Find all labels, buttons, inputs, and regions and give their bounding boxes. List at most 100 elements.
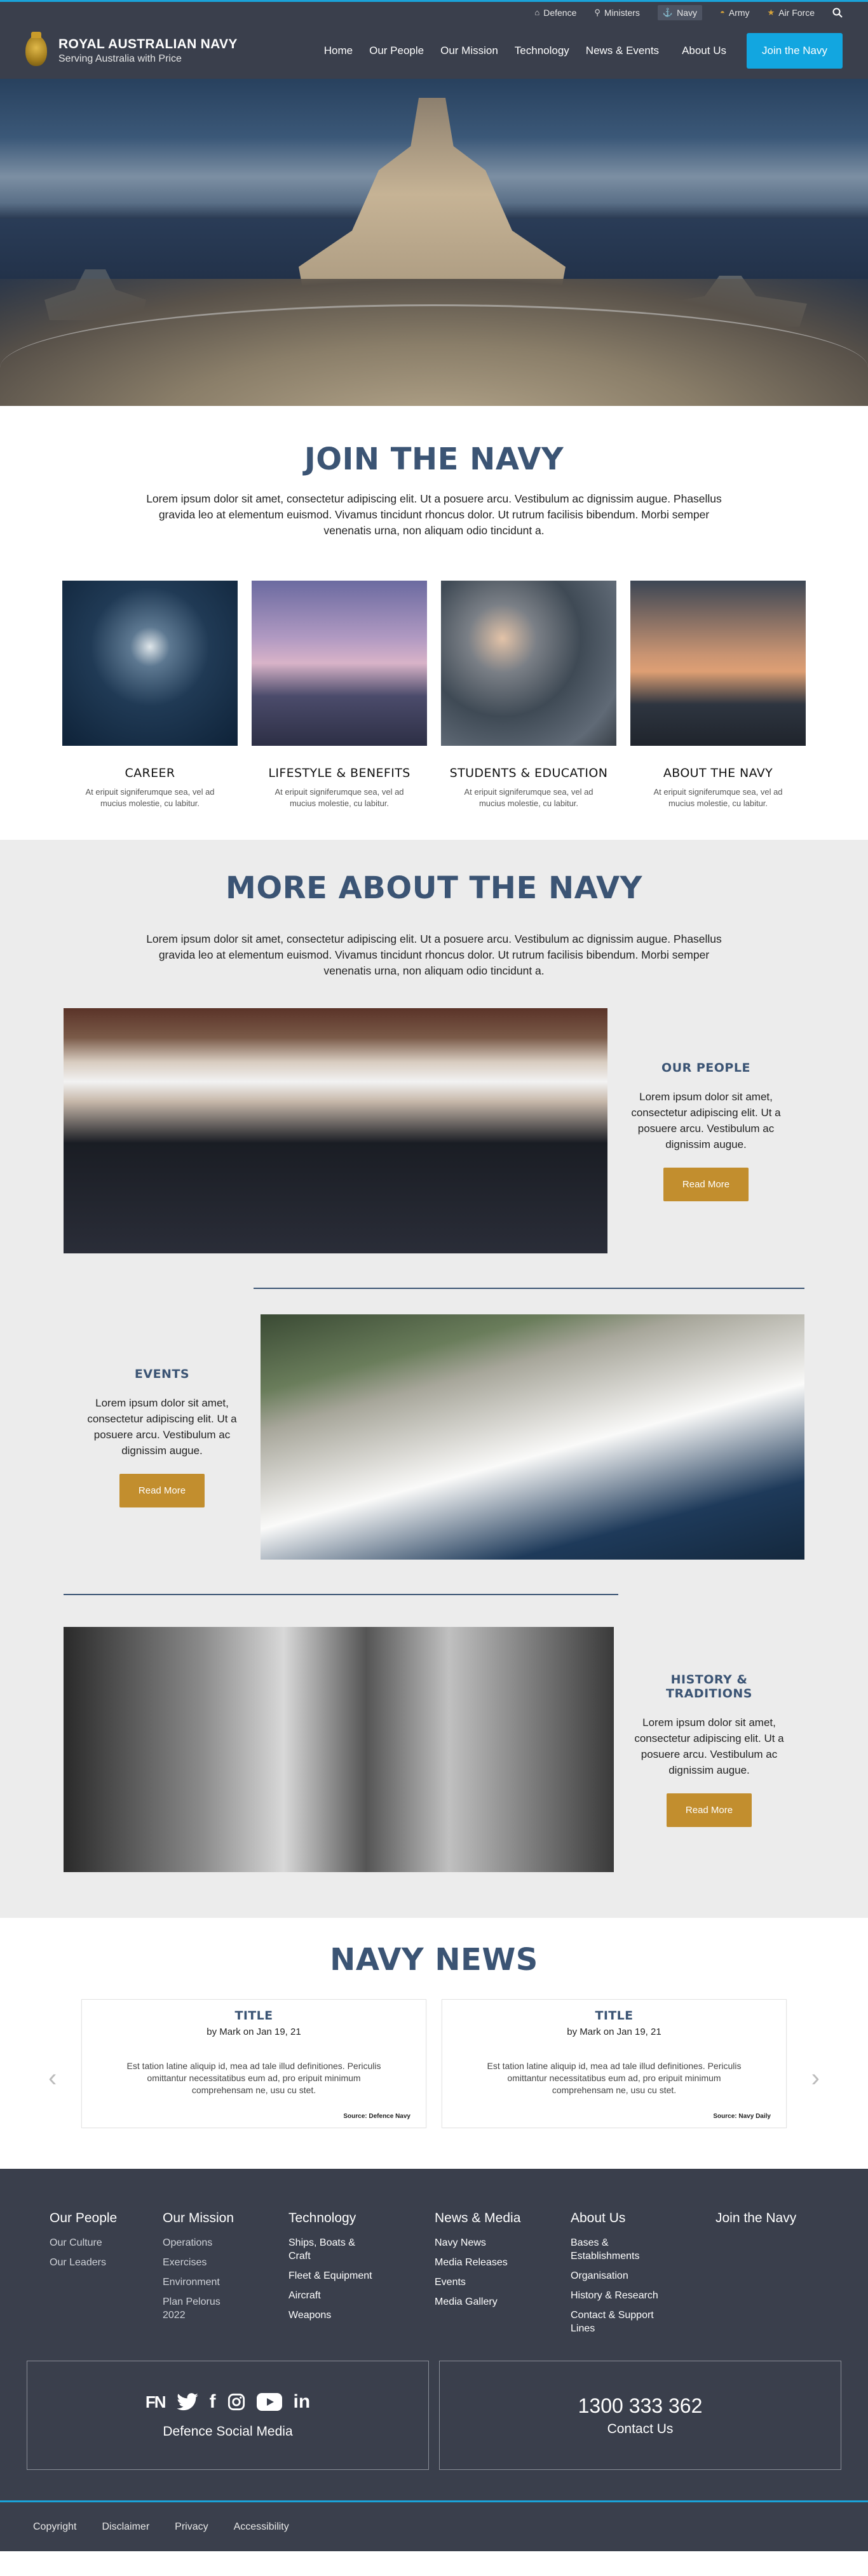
privacy-link[interactable]: Privacy [175, 2521, 208, 2533]
news-card[interactable]: TITLE by Mark on Jan 19, 21 Est tation l… [81, 1999, 426, 2128]
utility-link-navy[interactable]: ⚓ Navy [657, 4, 703, 20]
footer-link[interactable]: Organisation [571, 2269, 715, 2283]
card-lifestyle-benefits[interactable]: LIFESTYLE & BENEFITS At eripuit signifer… [252, 581, 427, 809]
phone-number[interactable]: 1300 333 362 [578, 2394, 703, 2418]
footer-link[interactable]: Bases & Establishments [571, 2236, 660, 2263]
card-about-the-navy[interactable]: ABOUT THE NAVY At eripuit signiferumque … [630, 581, 806, 809]
disclaimer-link[interactable]: Disclaimer [102, 2521, 149, 2533]
footer-link[interactable]: History & Research [571, 2289, 715, 2302]
feature-text: OUR PEOPLE Lorem ipsum dolor sit amet, c… [607, 1061, 804, 1201]
footer-link[interactable]: Aircraft [288, 2289, 435, 2302]
news-card-title[interactable]: TITLE [97, 2009, 410, 2023]
news-card-byline: by Mark on Jan 19, 21 [567, 2026, 661, 2037]
news-card-body: Est tation latine aliquip id, mea ad tal… [487, 2061, 742, 2095]
search-icon[interactable] [832, 8, 843, 18]
footer-link[interactable]: Environment [163, 2276, 288, 2289]
utility-link-ministers[interactable]: ⚲ Ministers [594, 8, 640, 18]
defence-icon[interactable]: FN [146, 2392, 166, 2412]
feature-events: EVENTS Lorem ipsum dolor sit amet, conse… [64, 1314, 804, 1560]
bottom-bar: Copyright Disclaimer Privacy Accessibili… [0, 2500, 868, 2551]
footer-link[interactable]: Weapons [288, 2309, 435, 2322]
news-card-byline: by Mark on Jan 19, 21 [207, 2026, 301, 2037]
footer-link[interactable]: Media Gallery [435, 2295, 571, 2309]
social-media-label[interactable]: Defence Social Media [163, 2424, 292, 2439]
primary-nav: Home Our People Our Mission Technology N… [324, 44, 726, 57]
footer-link[interactable]: Exercises [163, 2256, 288, 2269]
footer-heading[interactable]: Technology [288, 2211, 435, 2226]
instagram-icon[interactable] [227, 2393, 245, 2411]
history-image [64, 1627, 614, 1872]
divider [64, 1594, 618, 1595]
feature-history-traditions: HISTORY & TRADITIONS Lorem ipsum dolor s… [64, 1627, 804, 1872]
chevron-right-icon[interactable]: › [811, 2065, 820, 2091]
footer-heading[interactable]: News & Media [435, 2211, 571, 2226]
card-text: At eripuit signiferumque sea, vel ad muc… [464, 787, 593, 808]
news-card[interactable]: TITLE by Mark on Jan 19, 21 Est tation l… [442, 1999, 787, 2128]
footer-link[interactable]: Our Leaders [50, 2256, 163, 2269]
join-cards: CAREER At eripuit signiferumque sea, vel… [0, 581, 868, 840]
students-image[interactable] [441, 581, 616, 746]
footer-col-our-mission: Our Mission Operations Exercises Environ… [163, 2211, 288, 2342]
copyright-link[interactable]: Copyright [33, 2521, 76, 2533]
card-title[interactable]: LIFESTYLE & BENEFITS [252, 766, 427, 780]
footer-link[interactable]: Our Culture [50, 2236, 163, 2249]
footer-link[interactable]: Contact & Support Lines [571, 2309, 666, 2335]
footer-columns: Our People Our Culture Our Leaders Our M… [27, 2211, 841, 2342]
footer-heading[interactable]: Join the Navy [715, 2211, 796, 2226]
footer-heading[interactable]: Our Mission [163, 2211, 288, 2226]
contact-us-link[interactable]: Contact Us [607, 2422, 674, 2437]
nav-news-events[interactable]: News & Events [586, 44, 659, 57]
nav-about-us[interactable]: About Us [682, 44, 726, 57]
footer-link[interactable]: Plan Pelorus 2022 [163, 2295, 233, 2322]
read-more-button[interactable]: Read More [663, 1167, 749, 1201]
card-title[interactable]: CAREER [62, 766, 238, 780]
read-more-button[interactable]: Read More [666, 1793, 752, 1827]
about-image[interactable] [630, 581, 806, 746]
home-icon: ⌂ [534, 8, 540, 17]
nav-home[interactable]: Home [324, 44, 353, 57]
card-students-education[interactable]: STUDENTS & EDUCATION At eripuit signifer… [441, 581, 616, 809]
footer-heading[interactable]: About Us [571, 2211, 715, 2226]
footer-link[interactable]: Operations [163, 2236, 288, 2249]
card-text: At eripuit signiferumque sea, vel ad muc… [85, 787, 215, 808]
utility-link-defence[interactable]: ⌂ Defence [534, 8, 576, 18]
footer-link[interactable]: Media Releases [435, 2256, 571, 2269]
twitter-icon[interactable] [176, 2393, 198, 2411]
brand[interactable]: ROYAL AUSTRALIAN NAVY Serving Australia … [25, 32, 238, 66]
card-text: At eripuit signiferumque sea, vel ad muc… [275, 787, 404, 808]
events-image [261, 1314, 804, 1560]
utility-link-air-force[interactable]: ★ Air Force [768, 8, 815, 18]
lifestyle-image[interactable] [252, 581, 427, 746]
footer-link[interactable]: Navy News [435, 2236, 571, 2249]
footer-link[interactable]: Fleet & Equipment [288, 2269, 435, 2283]
main-header: ROYAL AUSTRALIAN NAVY Serving Australia … [0, 23, 868, 79]
divider [254, 1288, 804, 1289]
social-media-box: FN f in Defence Social Media [27, 2361, 429, 2470]
footer-link[interactable]: Ships, Boats & Craft [288, 2236, 371, 2263]
career-image[interactable] [62, 581, 238, 746]
utility-label: Defence [543, 7, 577, 18]
nav-our-mission[interactable]: Our Mission [440, 44, 498, 57]
footer-link[interactable]: Events [435, 2276, 571, 2289]
facebook-icon[interactable]: f [210, 2391, 216, 2413]
nav-technology[interactable]: Technology [515, 44, 569, 57]
footer-col-our-people: Our People Our Culture Our Leaders [27, 2211, 163, 2342]
utility-link-army[interactable]: ◓ Army [720, 8, 750, 18]
read-more-button[interactable]: Read More [119, 1473, 205, 1507]
card-title[interactable]: ABOUT THE NAVY [630, 766, 806, 780]
card-title[interactable]: STUDENTS & EDUCATION [441, 766, 616, 780]
chevron-left-icon[interactable]: ‹ [48, 2065, 57, 2091]
star-icon: ★ [767, 7, 775, 17]
footer-heading[interactable]: Our People [50, 2211, 163, 2226]
card-career[interactable]: CAREER At eripuit signiferumque sea, vel… [62, 581, 238, 809]
our-people-image [64, 1008, 607, 1253]
youtube-icon[interactable] [256, 2393, 282, 2411]
hat-icon: ◓ [720, 8, 725, 17]
linkedin-icon[interactable]: in [294, 2391, 311, 2413]
accessibility-link[interactable]: Accessibility [234, 2521, 289, 2533]
feature-text: HISTORY & TRADITIONS Lorem ipsum dolor s… [614, 1673, 804, 1827]
feature-body: Lorem ipsum dolor sit amet, consectetur … [87, 1396, 237, 1457]
news-card-title[interactable]: TITLE [458, 2009, 771, 2023]
join-the-navy-button[interactable]: Join the Navy [747, 33, 843, 69]
nav-our-people[interactable]: Our People [369, 44, 424, 57]
